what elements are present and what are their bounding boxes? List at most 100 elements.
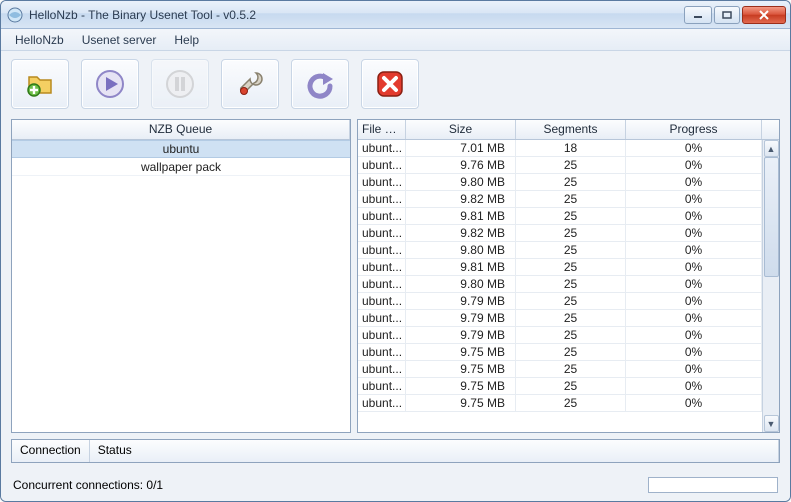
file-row[interactable]: ubunt...9.80 MB250% [358,174,762,191]
status-header[interactable]: Status [90,440,779,462]
col-header-file[interactable]: File n... [358,120,406,139]
cell-segments: 25 [516,293,626,309]
queue-row-label: ubuntu [163,142,200,156]
cell-segments: 25 [516,242,626,258]
cell-size: 9.76 MB [406,157,516,173]
pause-icon [163,67,197,101]
cell-size: 9.80 MB [406,242,516,258]
cell-progress: 0% [626,191,762,207]
cell-file: ubunt... [358,361,406,377]
cell-size: 9.79 MB [406,310,516,326]
toolbar [1,51,790,119]
file-row[interactable]: ubunt...9.80 MB250% [358,276,762,293]
cell-size: 9.82 MB [406,225,516,241]
file-row[interactable]: ubunt...9.81 MB250% [358,259,762,276]
file-row[interactable]: ubunt...9.75 MB250% [358,361,762,378]
col-header-size[interactable]: Size [406,120,516,139]
cell-file: ubunt... [358,344,406,360]
file-row[interactable]: ubunt...9.75 MB250% [358,395,762,412]
cell-segments: 25 [516,174,626,190]
connection-status-panel: Connection Status [11,439,780,463]
wrench-icon [233,67,267,101]
queue-list[interactable]: ubuntu wallpaper pack [12,140,350,432]
file-row[interactable]: ubunt...9.82 MB250% [358,191,762,208]
cell-size: 9.81 MB [406,259,516,275]
cell-segments: 18 [516,140,626,156]
close-button[interactable] [742,6,786,24]
scroll-up-button[interactable]: ▲ [764,140,779,157]
file-row[interactable]: ubunt...9.81 MB250% [358,208,762,225]
concurrent-connections-label: Concurrent connections: 0/1 [13,478,163,492]
cell-file: ubunt... [358,378,406,394]
file-row[interactable]: ubunt...9.82 MB250% [358,225,762,242]
cell-file: ubunt... [358,276,406,292]
cell-size: 7.01 MB [406,140,516,156]
file-row[interactable]: ubunt...9.79 MB250% [358,327,762,344]
open-nzb-button[interactable] [11,59,69,109]
cancel-button[interactable] [361,59,419,109]
file-row[interactable]: ubunt...9.75 MB250% [358,344,762,361]
menu-bar: HelloNzb Usenet server Help [1,29,790,51]
settings-button[interactable] [221,59,279,109]
file-row[interactable]: ubunt...9.79 MB250% [358,293,762,310]
queue-header-row: NZB Queue [12,120,350,140]
cell-progress: 0% [626,395,762,411]
cell-segments: 25 [516,361,626,377]
cell-segments: 25 [516,225,626,241]
menu-usenet-server[interactable]: Usenet server [74,31,165,49]
cell-progress: 0% [626,140,762,156]
cell-progress: 0% [626,225,762,241]
cell-file: ubunt... [358,157,406,173]
scroll-track[interactable] [764,157,779,415]
file-row[interactable]: ubunt...7.01 MB180% [358,140,762,157]
app-icon [7,7,23,23]
cell-size: 9.79 MB [406,293,516,309]
queue-row[interactable]: wallpaper pack [12,158,350,176]
cell-size: 9.79 MB [406,327,516,343]
cell-segments: 25 [516,327,626,343]
menu-hellonzb[interactable]: HelloNzb [7,31,72,49]
scrollbar-vertical[interactable]: ▲ ▼ [762,140,779,432]
maximize-button[interactable] [714,6,740,24]
file-list[interactable]: ubunt...7.01 MB180%ubunt...9.76 MB250%ub… [358,140,779,432]
queue-row[interactable]: ubuntu [12,140,350,158]
app-window: HelloNzb - The Binary Usenet Tool - v0.5… [0,0,791,502]
col-header-progress[interactable]: Progress [626,120,762,139]
cell-size: 9.81 MB [406,208,516,224]
scroll-down-button[interactable]: ▼ [764,415,779,432]
file-row[interactable]: ubunt...9.80 MB250% [358,242,762,259]
folder-plus-icon [23,67,57,101]
cell-segments: 25 [516,208,626,224]
connection-header[interactable]: Connection [12,440,90,462]
menu-help[interactable]: Help [166,31,207,49]
content-area: NZB Queue ubuntu wallpaper pack File n...… [1,119,790,439]
play-icon [93,67,127,101]
cell-size: 9.75 MB [406,361,516,377]
file-row[interactable]: ubunt...9.75 MB250% [358,378,762,395]
cell-progress: 0% [626,174,762,190]
cell-file: ubunt... [358,259,406,275]
scroll-thumb[interactable] [764,157,779,277]
cell-progress: 0% [626,242,762,258]
file-header-row: File n... Size Segments Progress [358,120,779,140]
cell-segments: 25 [516,259,626,275]
requeue-button[interactable] [291,59,349,109]
title-bar[interactable]: HelloNzb - The Binary Usenet Tool - v0.5… [1,1,790,29]
footer-bar: Concurrent connections: 0/1 [1,469,790,501]
cell-size: 9.80 MB [406,276,516,292]
file-row[interactable]: ubunt...9.79 MB250% [358,310,762,327]
cell-segments: 25 [516,378,626,394]
cell-size: 9.82 MB [406,191,516,207]
cell-size: 9.75 MB [406,395,516,411]
start-button[interactable] [81,59,139,109]
minimize-button[interactable] [684,6,712,24]
cell-file: ubunt... [358,242,406,258]
cell-file: ubunt... [358,140,406,156]
file-row[interactable]: ubunt...9.76 MB250% [358,157,762,174]
queue-header[interactable]: NZB Queue [12,120,350,139]
cell-progress: 0% [626,310,762,326]
col-header-segments[interactable]: Segments [516,120,626,139]
cell-progress: 0% [626,293,762,309]
cell-segments: 25 [516,191,626,207]
overall-progress-bar [648,477,778,493]
